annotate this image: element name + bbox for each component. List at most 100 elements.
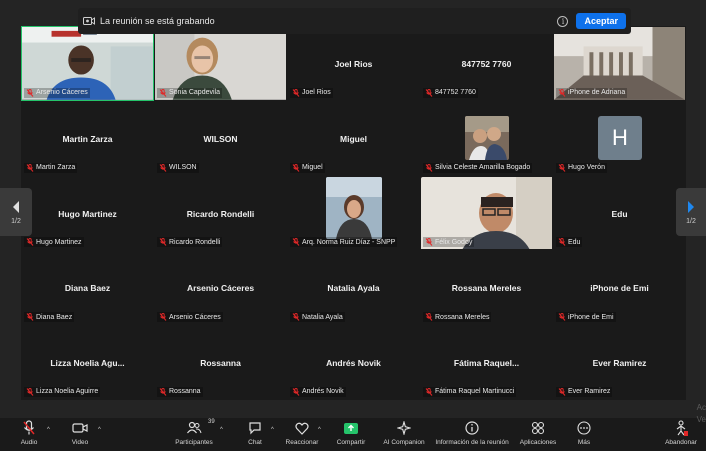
participant-display-name: Lizza Noelia Agu... bbox=[50, 358, 125, 369]
page-indicator-right: 1/2 bbox=[686, 217, 696, 225]
video-label: Video bbox=[71, 439, 89, 446]
audio-label: Audio bbox=[20, 439, 38, 446]
participant-name-label: Arq. Norma Ruiz Díaz - SNPP bbox=[290, 237, 398, 248]
participant-display-name: Rossana Mereles bbox=[451, 283, 522, 294]
participant-name-label: iPhone de Emi bbox=[556, 312, 616, 323]
participant-name-label: Natalia Ayala bbox=[290, 312, 345, 323]
participant-tile[interactable]: Joel Rios Joel Rios bbox=[287, 26, 420, 101]
heart-icon bbox=[295, 420, 309, 436]
participant-name-label: Arsenio Cáceres bbox=[24, 87, 90, 98]
participant-name: Fátima Raquel Martinucci bbox=[435, 388, 515, 396]
mic-muted-icon bbox=[425, 388, 433, 396]
participant-tile[interactable]: 847752 7760 847752 7760 bbox=[420, 26, 553, 101]
mic-muted-icon bbox=[26, 163, 34, 172]
participant-video bbox=[465, 115, 509, 160]
video-options-caret[interactable]: ^ bbox=[98, 427, 101, 433]
participant-tile[interactable]: iPhone de Emi iPhone de Emi bbox=[553, 250, 686, 326]
participant-display-name: Ever Ramirez bbox=[592, 358, 647, 369]
participants-label: Participantes bbox=[175, 439, 213, 446]
participant-grid: Arsenio Cáceres Sonia Capdevila Joel Rios J… bbox=[21, 26, 686, 400]
participant-display-name: Andrés Novik bbox=[326, 358, 381, 369]
participant-name: Rossana Mereles bbox=[435, 313, 490, 321]
next-page-button[interactable]: 1/2 bbox=[676, 188, 706, 236]
participant-tile[interactable]: Fátima Raquel... Fátima Raquel Martinucci bbox=[420, 325, 553, 400]
participant-name-label: Andrés Novik bbox=[290, 386, 346, 397]
participant-display-name: Ricardo Rondelli bbox=[186, 208, 255, 219]
participant-tile[interactable]: WILSON WILSON bbox=[154, 100, 287, 176]
mic-muted-icon bbox=[292, 313, 300, 322]
mic-muted-icon bbox=[558, 238, 566, 247]
participant-tile[interactable]: Arsenio Cáceres bbox=[21, 26, 154, 101]
participant-display-name: Arsenio Cáceres bbox=[186, 283, 255, 294]
video-button[interactable]: Video bbox=[45, 420, 115, 446]
participant-name: Arq. Norma Ruiz Díaz - SNPP bbox=[302, 238, 396, 246]
avatar: H bbox=[598, 115, 642, 160]
participant-name: Félix Godoy bbox=[435, 238, 473, 246]
participant-display-name: Diana Baez bbox=[64, 283, 111, 294]
previous-page-button[interactable]: 1/2 bbox=[0, 188, 32, 236]
participant-tile[interactable]: Andrés Novik Andrés Novik bbox=[287, 325, 420, 400]
mic-muted-icon bbox=[26, 313, 34, 322]
participant-name: WILSON bbox=[169, 164, 197, 172]
participant-tile[interactable]: Arsenio Cáceres Arsenio Cáceres bbox=[154, 250, 287, 326]
participant-tile[interactable]: Edu Edu bbox=[553, 175, 686, 251]
participant-name-label: Ever Ramirez bbox=[556, 386, 613, 397]
participant-name: Rossanna bbox=[169, 388, 201, 396]
participant-name-label: Sonia Capdevila bbox=[157, 87, 222, 98]
participants-icon: 39 bbox=[186, 419, 215, 436]
participant-tile[interactable]: Silvia Celeste Amarilla Bogado bbox=[420, 100, 553, 176]
participant-name: Edu bbox=[568, 238, 581, 246]
participants-button[interactable]: 39 Participantes bbox=[159, 419, 229, 446]
participant-tile[interactable]: Sonia Capdevila bbox=[154, 26, 287, 101]
participant-tile[interactable]: Martin Zarza Martin Zarza bbox=[21, 100, 154, 176]
apps-icon bbox=[531, 420, 545, 436]
mic-muted-icon bbox=[26, 88, 34, 97]
participant-tile[interactable]: Félix Godoy bbox=[420, 175, 553, 251]
participant-name: Hugo Verón bbox=[568, 164, 605, 172]
participant-tile[interactable]: Natalia Ayala Natalia Ayala bbox=[287, 250, 420, 326]
recording-text: La reunión se está grabando bbox=[100, 16, 215, 26]
participant-name: Diana Baez bbox=[36, 313, 73, 321]
participant-display-name: Joel Rios bbox=[334, 59, 373, 69]
participant-name: Lizza Noelia Aguirre bbox=[36, 388, 99, 396]
share-screen-icon bbox=[343, 420, 359, 436]
participant-name: Sonia Capdevila bbox=[169, 89, 220, 97]
participant-tile[interactable]: Hugo Martinez Hugo Martinez bbox=[21, 175, 154, 251]
participant-tile[interactable]: Diana Baez Diana Baez bbox=[21, 250, 154, 326]
participant-tile[interactable]: Miguel Miguel bbox=[287, 100, 420, 176]
mic-muted-icon bbox=[26, 388, 34, 396]
participant-display-name: Martin Zarza bbox=[62, 133, 113, 144]
chat-label: Chat bbox=[248, 439, 262, 446]
participant-tile[interactable]: Ever Ramirez Ever Ramirez bbox=[553, 325, 686, 400]
info-icon[interactable]: i bbox=[557, 15, 569, 27]
participant-video bbox=[326, 176, 382, 239]
participant-display-name: 847752 7760 bbox=[461, 59, 512, 69]
participant-display-name: Hugo Martinez bbox=[58, 208, 117, 219]
participant-tile[interactable]: Rossanna Rossanna bbox=[154, 325, 287, 400]
participant-display-name: Fátima Raquel... bbox=[453, 358, 520, 369]
meeting-info-button[interactable]: Información de la reunión bbox=[435, 420, 509, 446]
participant-tile[interactable]: Arq. Norma Ruiz Díaz - SNPP bbox=[287, 175, 420, 251]
participant-name-label: Diana Baez bbox=[24, 312, 75, 323]
accept-button[interactable]: Aceptar bbox=[576, 13, 626, 29]
participant-name-label: Arsenio Cáceres bbox=[157, 312, 223, 323]
participant-tile[interactable]: Rossana Mereles Rossana Mereles bbox=[420, 250, 553, 326]
participant-tile[interactable]: iPhone de Adriana bbox=[553, 26, 686, 101]
more-button[interactable]: Más bbox=[549, 420, 619, 446]
more-dots-icon bbox=[577, 420, 591, 436]
mic-muted-icon bbox=[558, 163, 566, 172]
participant-tile[interactable]: Ricardo Rondelli Ricardo Rondelli bbox=[154, 175, 287, 251]
participant-tile[interactable]: Lizza Noelia Agu... Lizza Noelia Aguirre bbox=[21, 325, 154, 400]
participant-display-name: Edu bbox=[611, 208, 628, 219]
recording-icon bbox=[83, 16, 95, 26]
mic-muted-icon bbox=[425, 163, 433, 172]
background-text-line: Ac bbox=[696, 403, 706, 412]
chat-icon bbox=[248, 420, 262, 436]
participant-tile[interactable]: H Hugo Verón bbox=[553, 100, 686, 176]
participant-name-label: WILSON bbox=[157, 162, 199, 173]
participant-name-label: iPhone de Adriana bbox=[556, 87, 628, 98]
ai-companion-button[interactable]: AI Companion bbox=[369, 420, 439, 446]
mic-muted-icon bbox=[558, 88, 566, 97]
meeting-info-label: Información de la reunión bbox=[435, 439, 509, 446]
participant-name: Arsenio Cáceres bbox=[36, 89, 88, 97]
